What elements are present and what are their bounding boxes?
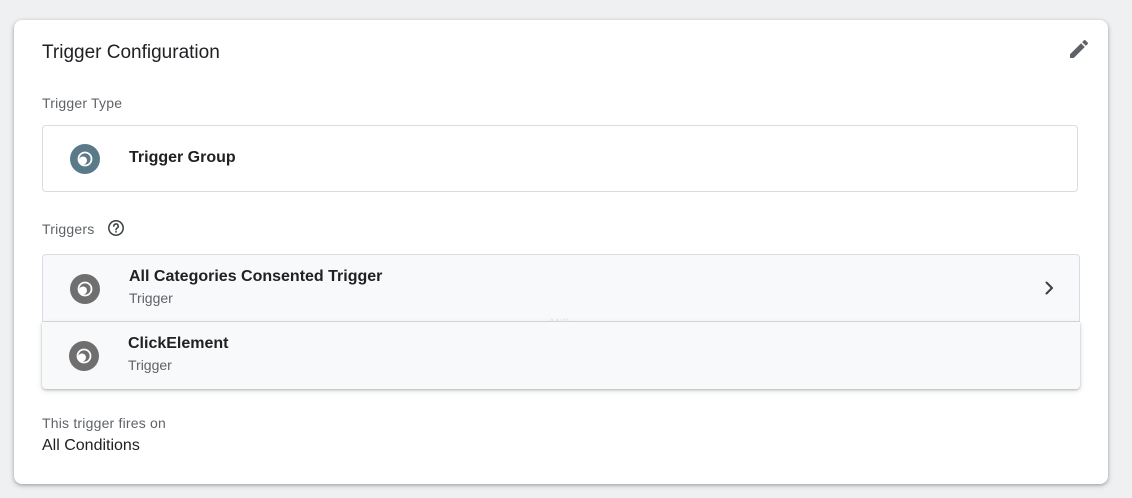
edit-button[interactable]: [1066, 36, 1092, 62]
trigger-name: All Categories Consented Trigger: [129, 268, 383, 285]
trigger-group-icon: [70, 144, 100, 174]
fires-on-label: This trigger fires on: [42, 415, 167, 431]
trigger-type-box[interactable]: Trigger Group: [42, 125, 1078, 192]
trigger-type-name: Trigger Group: [129, 149, 236, 166]
trigger-name: ClickElement: [128, 335, 229, 352]
fires-on-value: All Conditions: [42, 437, 140, 454]
trigger-icon: [70, 274, 100, 304]
trigger-type-label: Trigger Type: [42, 95, 123, 111]
chevron-right-icon[interactable]: [1039, 278, 1059, 298]
trigger-row[interactable]: All Categories Consented Trigger Trigger: [42, 254, 1080, 322]
trigger-type: Trigger: [129, 290, 173, 306]
trigger-configuration-card: Trigger Configuration Trigger Type Trigg…: [14, 20, 1108, 484]
trigger-type: Trigger: [128, 357, 172, 373]
triggers-label: Triggers: [42, 221, 95, 237]
card-title: Trigger Configuration: [42, 42, 220, 63]
trigger-row[interactable]: ClickElement Trigger: [42, 322, 1080, 389]
help-circle-icon[interactable]: [107, 219, 125, 237]
pencil-icon: [1070, 39, 1089, 58]
trigger-icon: [69, 341, 99, 371]
